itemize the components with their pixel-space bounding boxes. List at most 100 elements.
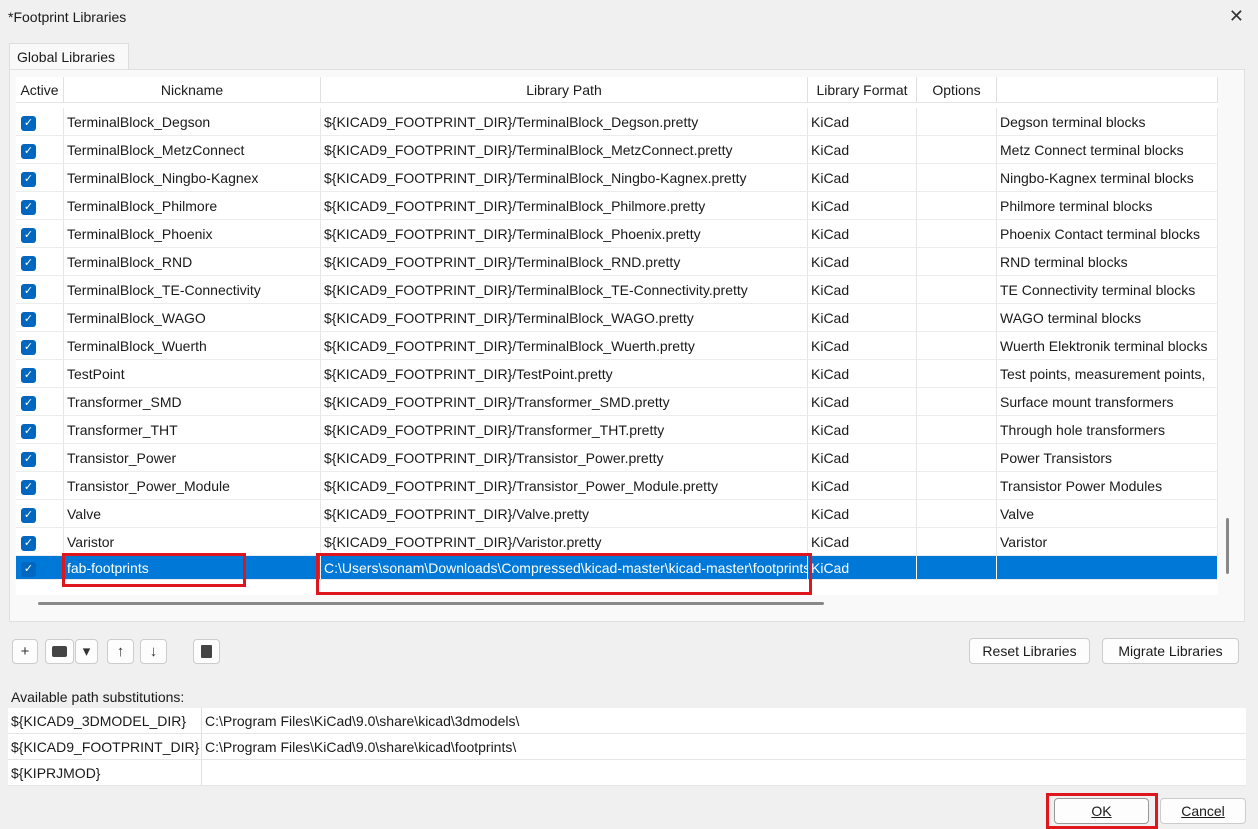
active-cell[interactable]: ✓ (16, 136, 64, 163)
description-cell[interactable]: WAGO terminal blocks (997, 304, 1218, 331)
active-cell[interactable]: ✓ (16, 164, 64, 191)
nickname-cell[interactable]: Transformer_THT (64, 416, 321, 443)
format-cell[interactable]: KiCad (808, 108, 917, 135)
format-cell[interactable]: KiCad (808, 136, 917, 163)
close-icon[interactable]: ✕ (1229, 6, 1244, 27)
table-row[interactable]: ✓ Transistor_Power ${KICAD9_FOOTPRINT_DIR}… (16, 444, 1218, 472)
active-checkbox[interactable]: ✓ (21, 311, 36, 327)
delete-button[interactable] (193, 639, 220, 664)
description-cell[interactable]: Varistor (997, 528, 1218, 555)
active-checkbox[interactable]: ✓ (21, 283, 36, 299)
active-checkbox[interactable]: ✓ (21, 115, 36, 131)
format-cell[interactable]: KiCad (808, 276, 917, 303)
nickname-cell[interactable]: TerminalBlock_Wuerth (64, 332, 321, 359)
active-cell[interactable]: ✓ (16, 304, 64, 331)
active-checkbox[interactable]: ✓ (21, 171, 36, 187)
table-row[interactable]: ✓ TestPoint ${KICAD9_FOOTPRINT_DIR}/TestPo… (16, 360, 1218, 388)
nickname-cell[interactable]: TerminalBlock_Phoenix (64, 220, 321, 247)
description-cell[interactable]: Philmore terminal blocks (997, 192, 1218, 219)
active-checkbox[interactable]: ✓ (21, 227, 36, 243)
active-checkbox[interactable]: ✓ (21, 451, 36, 467)
description-cell[interactable]: Ningbo-Kagnex terminal blocks (997, 164, 1218, 191)
options-cell[interactable] (917, 248, 997, 275)
options-cell[interactable] (917, 276, 997, 303)
table-row[interactable]: ✓ TerminalBlock_WAGO ${KICAD9_FOOTPRINT_DI… (16, 304, 1218, 332)
table-row[interactable]: ✓ TerminalBlock_MetzConnect ${KICAD9_FOOTP… (16, 136, 1218, 164)
format-cell[interactable]: KiCad (808, 444, 917, 471)
table-row[interactable]: ✓ Transformer_SMD ${KICAD9_FOOTPRINT_DIR}/… (16, 388, 1218, 416)
active-cell[interactable]: ✓ (16, 220, 64, 247)
active-cell[interactable]: ✓ (16, 192, 64, 219)
active-checkbox[interactable]: ✓ (21, 507, 36, 523)
active-cell[interactable]: ✓ (16, 472, 64, 499)
description-cell[interactable]: Wuerth Elektronik terminal blocks (997, 332, 1218, 359)
move-up-button[interactable]: ↑ (107, 639, 134, 664)
active-checkbox[interactable]: ✓ (21, 367, 36, 383)
active-cell[interactable]: ✓ (16, 416, 64, 443)
active-checkbox[interactable]: ✓ (21, 395, 36, 411)
nickname-cell[interactable]: Transistor_Power_Module (64, 472, 321, 499)
format-cell[interactable]: KiCad (808, 332, 917, 359)
col-active[interactable]: Active (16, 77, 64, 102)
active-cell[interactable]: ✓ (16, 388, 64, 415)
path-cell[interactable]: ${KICAD9_FOOTPRINT_DIR}/Transistor_Power… (321, 444, 808, 471)
description-cell[interactable]: Degson terminal blocks (997, 108, 1218, 135)
options-cell[interactable] (917, 500, 997, 527)
table-row[interactable]: ✓ TerminalBlock_Ningbo-Kagnex ${KICAD9_FOO… (16, 164, 1218, 192)
path-cell[interactable]: ${KICAD9_FOOTPRINT_DIR}/TerminalBlock_Me… (321, 136, 808, 163)
description-cell[interactable]: RND terminal blocks (997, 248, 1218, 275)
table-row[interactable]: ✓ Valve ${KICAD9_FOOTPRINT_DIR}/Valve.pret… (16, 500, 1218, 528)
format-cell[interactable]: KiCad (808, 192, 917, 219)
active-cell[interactable]: ✓ (16, 332, 64, 359)
options-cell[interactable] (917, 388, 997, 415)
options-cell[interactable] (917, 304, 997, 331)
active-cell[interactable]: ✓ (16, 360, 64, 387)
nickname-cell[interactable]: TerminalBlock_TE-Connectivity (64, 276, 321, 303)
description-cell[interactable]: Surface mount transformers (997, 388, 1218, 415)
options-cell[interactable] (917, 556, 997, 579)
description-cell[interactable]: Through hole transformers (997, 416, 1218, 443)
vertical-scrollbar[interactable] (1226, 518, 1229, 574)
format-cell[interactable]: KiCad (808, 528, 917, 555)
path-cell[interactable]: ${KICAD9_FOOTPRINT_DIR}/TerminalBlock_TE… (321, 276, 808, 303)
options-cell[interactable] (917, 136, 997, 163)
format-cell[interactable]: KiCad (808, 360, 917, 387)
active-checkbox[interactable]: ✓ (21, 339, 36, 355)
path-cell[interactable]: ${KICAD9_FOOTPRINT_DIR}/Transformer_SMD.… (321, 388, 808, 415)
active-cell[interactable]: ✓ (16, 444, 64, 471)
description-cell[interactable] (997, 556, 1218, 579)
browse-dropdown-button[interactable]: ▾ (75, 639, 98, 664)
active-checkbox[interactable]: ✓ (21, 535, 36, 551)
path-cell[interactable]: ${KICAD9_FOOTPRINT_DIR}/Transistor_Power… (321, 472, 808, 499)
col-description[interactable] (997, 77, 1218, 102)
nickname-cell[interactable]: TerminalBlock_MetzConnect (64, 136, 321, 163)
nickname-cell[interactable]: Valve (64, 500, 321, 527)
format-cell[interactable]: KiCad (808, 248, 917, 275)
path-cell[interactable]: ${KICAD9_FOOTPRINT_DIR}/TerminalBlock_Ni… (321, 164, 808, 191)
path-cell[interactable]: ${KICAD9_FOOTPRINT_DIR}/TestPoint.pretty (321, 360, 808, 387)
active-checkbox[interactable]: ✓ (21, 561, 36, 577)
path-cell[interactable]: ${KICAD9_FOOTPRINT_DIR}/TerminalBlock_Ph… (321, 220, 808, 247)
active-checkbox[interactable]: ✓ (21, 255, 36, 271)
format-cell[interactable]: KiCad (808, 500, 917, 527)
format-cell[interactable]: KiCad (808, 472, 917, 499)
format-cell[interactable]: KiCad (808, 220, 917, 247)
nickname-cell[interactable]: TerminalBlock_Ningbo-Kagnex (64, 164, 321, 191)
path-cell[interactable]: ${KICAD9_FOOTPRINT_DIR}/Varistor.pretty (321, 528, 808, 555)
format-cell[interactable]: KiCad (808, 304, 917, 331)
table-row[interactable]: ✓ Varistor ${KICAD9_FOOTPRINT_DIR}/Varisto… (16, 528, 1218, 556)
options-cell[interactable] (917, 220, 997, 247)
cancel-button[interactable]: Cancel (1160, 798, 1246, 824)
description-cell[interactable]: Metz Connect terminal blocks (997, 136, 1218, 163)
options-cell[interactable] (917, 332, 997, 359)
nickname-cell[interactable]: Varistor (64, 528, 321, 555)
col-library-format[interactable]: Library Format (808, 77, 917, 102)
table-row[interactable]: ✓ Transistor_Power_Module ${KICAD9_FOOTPRI… (16, 472, 1218, 500)
options-cell[interactable] (917, 192, 997, 219)
move-down-button[interactable]: ↓ (140, 639, 167, 664)
active-checkbox[interactable]: ✓ (21, 423, 36, 439)
description-cell[interactable]: Power Transistors (997, 444, 1218, 471)
options-cell[interactable] (917, 360, 997, 387)
table-row[interactable]: ✓ TerminalBlock_Wuerth ${KICAD9_FOOTPRINT_… (16, 332, 1218, 360)
path-cell[interactable]: ${KICAD9_FOOTPRINT_DIR}/TerminalBlock_De… (321, 108, 808, 135)
